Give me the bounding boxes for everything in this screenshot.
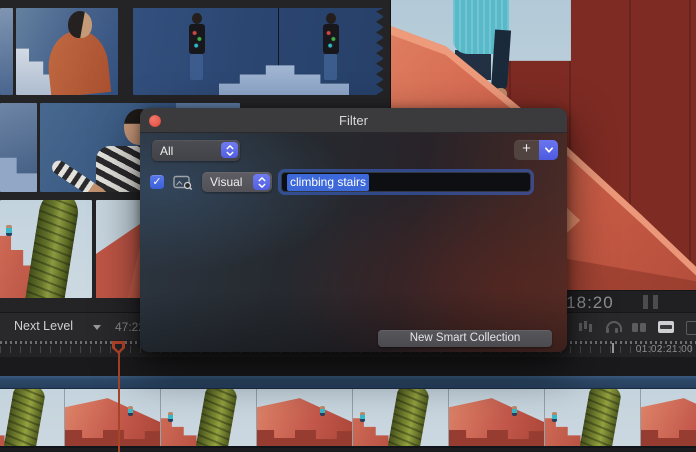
up-down-chevrons-icon [221,142,238,158]
clip-top-bar[interactable] [0,376,696,389]
thumb-art [68,11,92,38]
browser-clip-man-orange-shirt[interactable] [16,8,118,95]
clip-appearance-icon[interactable] [658,319,675,335]
rule-type-value: Visual [210,172,242,192]
project-name-popup[interactable]: Next Level [14,319,73,333]
thumb-art [323,24,339,54]
clip-frame-wall[interactable] [449,389,545,446]
browser-clip-man-black-shirt-filmstrip[interactable] [133,8,383,95]
clip-frame-cactus[interactable] [161,389,257,446]
add-rule-menu-button[interactable] [539,140,558,160]
headphones-icon[interactable] [604,319,621,335]
new-smart-collection-button[interactable]: New Smart Collection [378,330,552,347]
person-figure [128,406,133,416]
rule-text-input[interactable]: climbing stairs [281,172,531,192]
clip-frame-wall[interactable] [641,389,696,446]
clip-frame-cactus[interactable] [0,389,65,446]
pause-icon [643,295,658,309]
thumb-art [45,28,111,95]
timeline-toolbar-icons [550,318,696,336]
timeline-clip[interactable] [0,376,696,448]
filter-dialog-titlebar[interactable]: Filter [140,108,567,133]
browser-clip-stairs-partial[interactable] [0,8,13,95]
clip-frame-wall[interactable] [257,389,353,446]
timeline-index-icon[interactable] [685,319,696,335]
person-figure [168,412,173,422]
image-search-icon [173,175,193,190]
filter-rule-row: ✓ Visual climbing stairs [150,171,555,193]
audio-skim-icon[interactable] [577,319,594,335]
clip-frame-cactus[interactable] [353,389,449,446]
viewer-image-person [453,0,509,54]
clip-frame-wall[interactable] [65,389,161,446]
clip-frame-cactus[interactable] [545,389,641,446]
thumb-art [24,200,81,298]
chevron-down-icon [93,325,101,330]
rule-type-popup[interactable]: Visual [202,172,272,192]
scope-popup-value: All [160,140,173,161]
person-figure [512,406,517,416]
overwrite-clip-icon[interactable] [631,319,648,335]
rule-text-selection: climbing stairs [287,174,369,191]
scope-popup[interactable]: All [152,140,240,161]
filter-dialog: All + ✓ Visual [140,108,567,352]
ruler-timecode: 01:02:21:00 [636,344,693,355]
rule-enabled-checkbox[interactable]: ✓ [150,175,164,189]
clip-filmstrip[interactable] [0,389,696,446]
thumb-art [189,24,205,54]
playhead-line[interactable] [118,341,120,452]
thumb-art [0,143,37,192]
person-figure [360,412,365,422]
browser-clip-stairs-partial-2[interactable] [0,103,37,192]
ruler-major-tick [612,343,614,353]
person-figure [552,412,557,422]
filter-dialog-body: All + ✓ Visual [140,133,567,352]
filter-dialog-title: Filter [140,108,567,133]
up-down-chevrons-icon [253,174,270,190]
person-figure [320,406,325,416]
final-cut-pro-window: 2:18:20 Next Level 47:22 01:02:21:00 All [0,0,696,452]
chevron-down-icon [544,146,554,154]
timeline-track-gap [0,357,696,376]
browser-clip-cactus-red-stairs[interactable] [0,200,92,298]
add-rule-control: + [514,140,558,160]
add-rule-button[interactable]: + [514,140,539,160]
thumb-art [6,225,12,236]
